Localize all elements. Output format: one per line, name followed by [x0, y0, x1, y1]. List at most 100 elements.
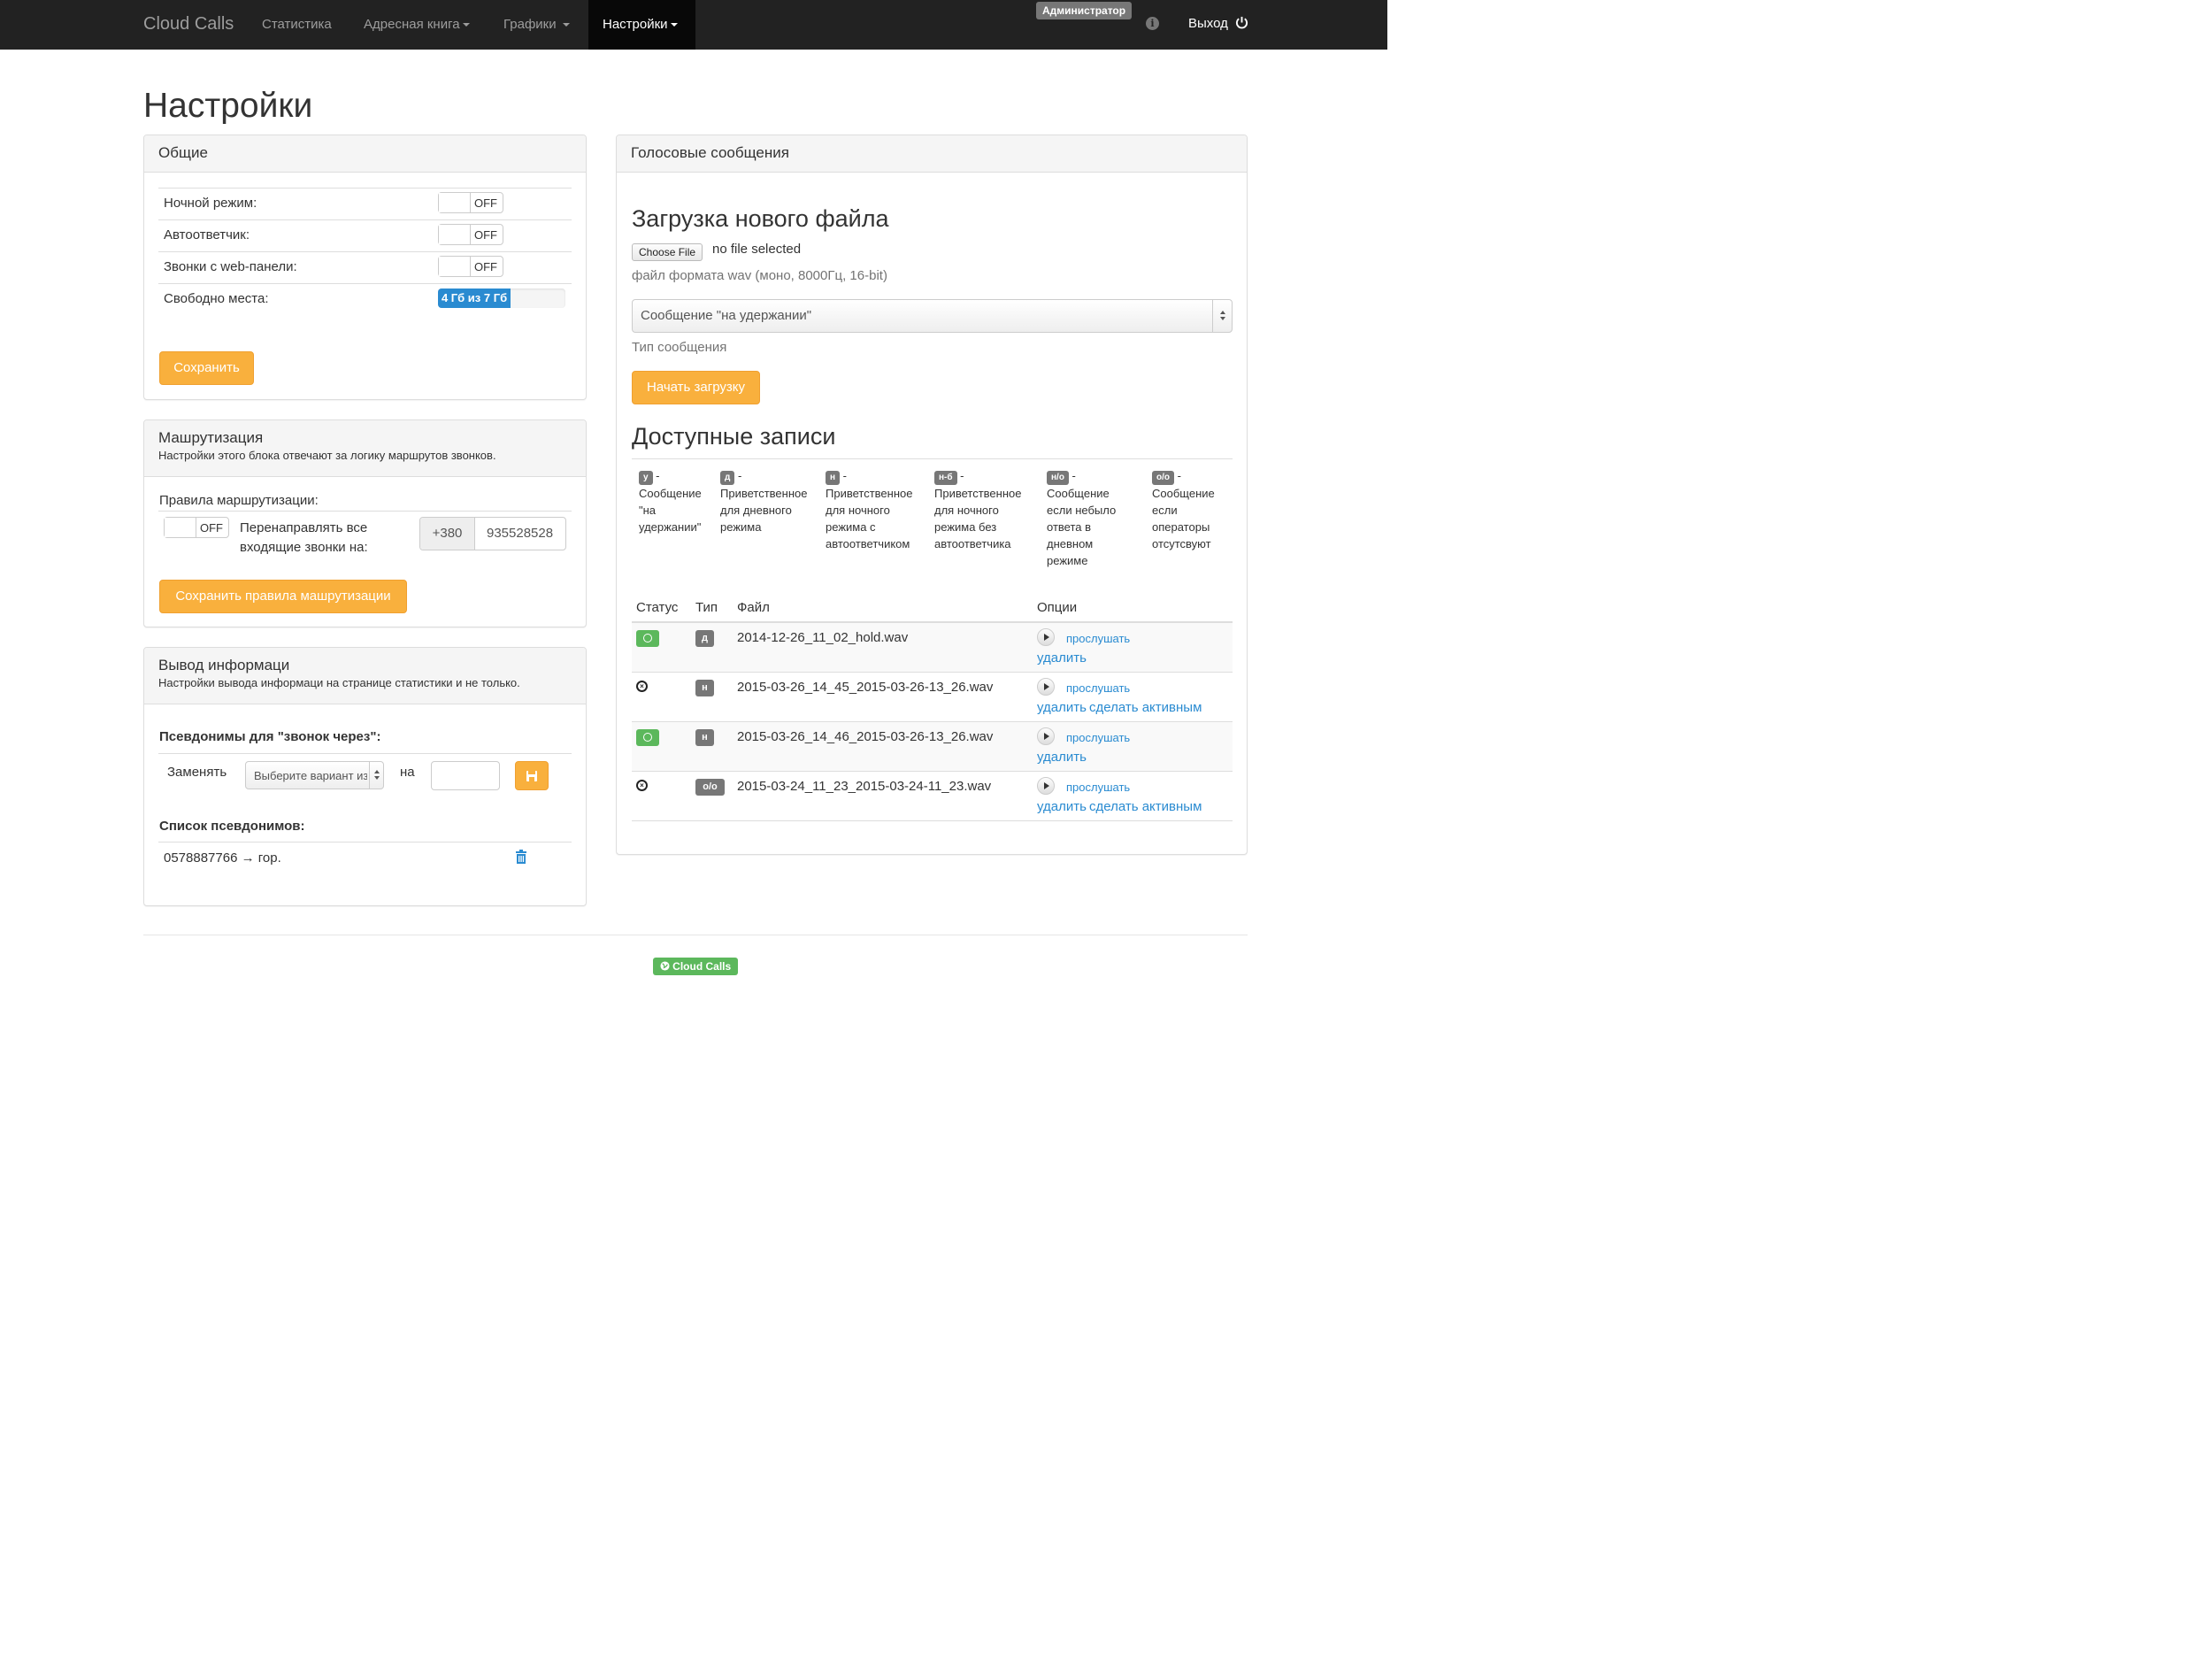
- file-hint: файл формата wav (моно, 8000Гц, 16-bit): [632, 268, 887, 283]
- forward-toggle[interactable]: OFF: [164, 517, 229, 538]
- play-icon[interactable]: [1037, 628, 1055, 646]
- legend-text: автоответчиком: [826, 537, 910, 550]
- save-routing-button[interactable]: Сохранить правила машрутизации: [159, 580, 407, 613]
- brand-logo[interactable]: Cloud Calls: [143, 14, 234, 35]
- chevron-down-icon: [562, 23, 570, 27]
- nav-statistics[interactable]: Статистика: [262, 17, 332, 32]
- status-active-icon: [636, 630, 659, 647]
- save-general-button[interactable]: Сохранить: [159, 351, 254, 385]
- file-name: 2015-03-26_14_46_2015-03-26-13_26.wav: [737, 729, 994, 744]
- logout-link[interactable]: Выход: [1188, 16, 1248, 31]
- info-icon[interactable]: i: [1146, 17, 1159, 30]
- night-mode-label: Ночной режим:: [164, 196, 257, 211]
- save-alias-button[interactable]: [515, 761, 549, 790]
- aliases-label: Псевдонимы для "звонок через":: [159, 729, 381, 744]
- chevron-down-icon: [670, 23, 678, 27]
- legend-text: Сообщение: [1152, 487, 1215, 500]
- legend-text: для ночного: [934, 504, 999, 517]
- listen-link[interactable]: прослушать: [1066, 781, 1130, 794]
- legend-text: ответа в: [1047, 520, 1092, 534]
- forward-phone-input[interactable]: 935528528: [487, 526, 557, 541]
- message-type-select[interactable]: Сообщение "на удержании": [632, 299, 1233, 333]
- country-code: +380: [420, 518, 475, 550]
- legend-text: для дневного: [720, 504, 792, 517]
- type-badge: н/о: [1047, 471, 1069, 485]
- panel-subtitle: Настройки этого блока отвечают за логику…: [158, 449, 496, 462]
- panel-title: Вывод информаци: [158, 657, 290, 673]
- legend-text: Сообщение: [639, 487, 702, 500]
- free-space-label: Свободно места:: [164, 291, 269, 306]
- legend-text: Приветственное: [934, 487, 1022, 500]
- legend-text: режиме: [1047, 554, 1088, 567]
- file-name: 2014-12-26_11_02_hold.wav: [737, 630, 909, 645]
- delete-link[interactable]: удалить: [1037, 700, 1087, 715]
- alias-select[interactable]: Выберите вариант из: [245, 761, 384, 789]
- no-file-text: no file selected: [712, 242, 802, 257]
- general-panel: Общие Ночной режим: OFF Автоответчик: OF…: [143, 135, 587, 400]
- type-badge: н: [826, 471, 841, 485]
- panel-title: Общие: [158, 144, 208, 161]
- legend-item: д - Приветственное для дневного режима: [720, 469, 808, 534]
- legend-text: Сообщение: [1047, 487, 1110, 500]
- status-inactive-icon: ×: [636, 780, 648, 791]
- legend-text: режима с: [826, 520, 876, 534]
- nav-settings[interactable]: Настройки: [588, 0, 695, 50]
- forward-phone-group[interactable]: +380 935528528: [419, 517, 566, 550]
- status-inactive-icon: ×: [636, 681, 648, 692]
- autoresponder-label: Автоответчик:: [164, 227, 250, 242]
- on-label: на: [400, 765, 415, 780]
- autoresponder-toggle[interactable]: OFF: [438, 224, 503, 245]
- legend-text: для ночного: [826, 504, 890, 517]
- delete-link[interactable]: удалить: [1037, 650, 1087, 666]
- activate-link[interactable]: сделать активным: [1089, 700, 1202, 715]
- records-heading: Доступные записи: [632, 423, 836, 450]
- play-icon[interactable]: [1037, 678, 1055, 696]
- output-panel: Вывод информаци Настройки вывода информа…: [143, 647, 587, 906]
- night-mode-toggle[interactable]: OFF: [438, 192, 503, 213]
- type-badge: у: [639, 471, 653, 485]
- play-icon[interactable]: [1037, 727, 1055, 745]
- panel-title: Машрутизация: [158, 429, 264, 446]
- delete-link[interactable]: удалить: [1037, 750, 1087, 765]
- legend-item: н/о - Сообщение если небыло ответа в дневном…: [1047, 469, 1117, 567]
- listen-link[interactable]: прослушать: [1066, 681, 1130, 695]
- status-active-icon: [636, 729, 659, 746]
- activate-link[interactable]: сделать активным: [1089, 799, 1202, 814]
- play-icon[interactable]: [1037, 777, 1055, 795]
- listen-link[interactable]: прослушать: [1066, 731, 1130, 744]
- trash-icon[interactable]: [515, 850, 527, 864]
- col-type: Тип: [695, 600, 718, 615]
- nav-address-book[interactable]: Адресная книга: [364, 17, 470, 32]
- routing-panel: Машрутизация Настройки этого блока отвеч…: [143, 419, 587, 627]
- legend-text: операторы: [1152, 520, 1210, 534]
- floppy-icon: [526, 771, 537, 781]
- col-status: Статус: [636, 600, 679, 615]
- navbar: Cloud Calls Статистика Адресная книга Гр…: [0, 0, 1387, 50]
- nav-charts[interactable]: Графики: [503, 17, 570, 32]
- alias-item: 0578887766 → гор.: [164, 850, 281, 866]
- start-upload-button[interactable]: Начать загрузку: [632, 371, 760, 404]
- listen-link[interactable]: прослушать: [1066, 632, 1130, 645]
- power-icon: [1236, 16, 1248, 29]
- globe-icon: [660, 961, 670, 971]
- forward-label: Перенаправлять все входящие звонки на:: [240, 520, 368, 555]
- routing-rules-label: Правила маршрутизации:: [159, 493, 319, 508]
- type-badge: д: [720, 471, 735, 485]
- legend-text: режима: [720, 520, 762, 534]
- choose-file-button[interactable]: Choose File: [632, 243, 703, 261]
- col-file: Файл: [737, 600, 770, 615]
- delete-link[interactable]: удалить: [1037, 799, 1087, 814]
- alias-value-input[interactable]: [431, 761, 500, 790]
- alias-list-label: Список псевдонимов:: [159, 819, 305, 834]
- footer-brand-badge[interactable]: Cloud Calls: [653, 958, 738, 975]
- free-space-progress: 4 Гб из 7 Гб: [438, 289, 565, 308]
- legend-item: у - Сообщение "на удержании": [639, 469, 702, 534]
- row-divider: [632, 820, 1233, 821]
- type-badge: н: [695, 680, 714, 696]
- file-name: 2015-03-26_14_45_2015-03-26-13_26.wav: [737, 680, 994, 695]
- panel-subtitle: Настройки вывода информаци на странице с…: [158, 676, 520, 689]
- col-options: Опции: [1037, 600, 1078, 615]
- web-calls-toggle[interactable]: OFF: [438, 256, 503, 277]
- legend-text: "на: [639, 504, 657, 517]
- legend-item: н - Приветственное для ночного режима с авто…: [826, 469, 913, 550]
